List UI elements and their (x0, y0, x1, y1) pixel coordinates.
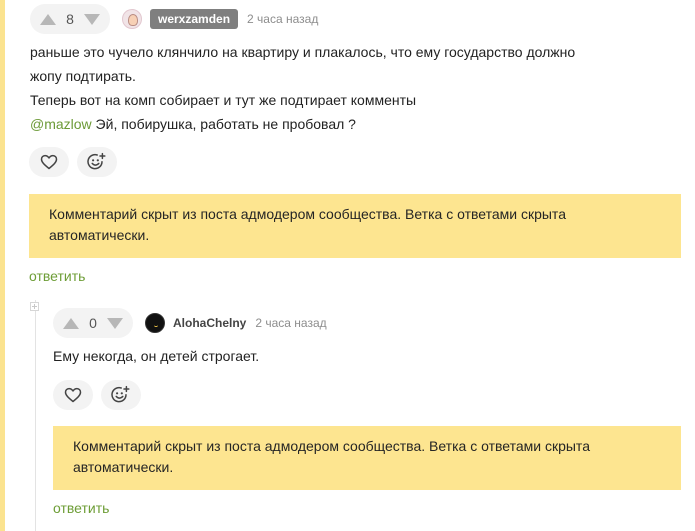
vote-control: 0 (53, 308, 133, 338)
triangle-down-icon[interactable] (107, 317, 123, 329)
reaction-button[interactable] (77, 147, 117, 177)
like-button[interactable] (53, 380, 93, 410)
comment-time[interactable]: 2 часа назад (255, 316, 326, 330)
username-badge[interactable]: werxzamden (150, 9, 239, 29)
heart-icon (64, 387, 82, 403)
vote-control: 8 (30, 4, 110, 34)
avatar[interactable] (122, 9, 142, 29)
reaction-button[interactable] (101, 380, 141, 410)
comment-body: раньше это чучело клянчило на квартиру и… (30, 40, 575, 136)
hidden-comment-notice: Комментарий скрыт из поста адмодером соо… (53, 426, 681, 490)
comment-time[interactable]: 2 часа назад (247, 12, 318, 26)
vote-count: 0 (89, 315, 97, 331)
comment-branch-rail (0, 0, 5, 531)
collapse-thread-icon[interactable] (30, 302, 39, 311)
hidden-comment-notice: Комментарий скрыт из поста адмодером соо… (29, 194, 681, 258)
thread-line (35, 300, 36, 531)
like-button[interactable] (29, 147, 69, 177)
user-mention-link[interactable]: @mazlow (30, 116, 92, 132)
avatar[interactable] (145, 313, 165, 333)
comment-line: раньше это чучело клянчило на квартиру и… (30, 44, 576, 60)
reply-link[interactable]: ответить (29, 267, 85, 285)
comment-actions (29, 147, 117, 177)
comment-text: Эй, побирушка, работать не пробовал ? (91, 116, 356, 132)
triangle-down-icon[interactable] (84, 13, 100, 25)
comment-body: Ему некогда, он детей строгает. (53, 344, 259, 368)
comment-actions (53, 380, 141, 410)
emoji-add-icon (111, 385, 130, 403)
triangle-up-icon[interactable] (40, 13, 56, 25)
emoji-add-icon (87, 152, 106, 170)
comment-header: 0 AlohaChelny 2 часа назад (53, 308, 327, 338)
comment-line-with-mention: @mazlow Эй, побирушка, работать не пробо… (30, 112, 575, 136)
comment-line: Ему некогда, он детей строгает. (53, 348, 260, 364)
heart-icon (40, 154, 58, 170)
username[interactable]: AlohaChelny (173, 316, 246, 330)
triangle-up-icon[interactable] (63, 317, 79, 329)
vote-count: 8 (66, 11, 74, 27)
comment-header: 8 werxzamden 2 часа назад (30, 4, 318, 34)
comment-line: Теперь вот на комп собирает и тут же под… (30, 92, 417, 108)
reply-link[interactable]: ответить (53, 499, 109, 517)
comment-line: жопу подтирать. (30, 68, 136, 84)
